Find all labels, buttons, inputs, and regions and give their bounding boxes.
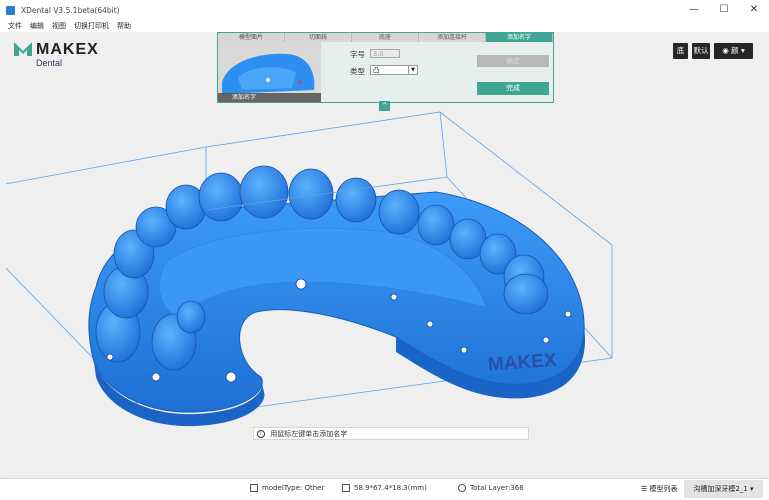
step-model-mesh[interactable]: 模型面片: [218, 33, 285, 42]
title-bar: XDental V3.5.1beta(64bit) — ☐ ✕: [0, 0, 769, 20]
window-title: XDental V3.5.1beta(64bit): [21, 5, 120, 15]
model-type-icon: [250, 484, 258, 492]
thumbnail-caption: 添加名字: [218, 93, 321, 102]
size-text: 58.9*67.4*18.3(mm): [354, 484, 427, 492]
menu-switch-printer[interactable]: 切换打印机: [74, 21, 109, 31]
hint-bar: i 用鼠标左键单击添加名字: [253, 427, 529, 440]
status-model-type: modelType: Other: [250, 484, 324, 492]
app-icon: [6, 5, 15, 15]
type-label: 类型: [350, 67, 365, 76]
confirm-button[interactable]: 确定: [477, 55, 549, 67]
model-list-label: 模型列表: [649, 485, 678, 493]
makex-logo-icon: [14, 42, 32, 56]
add-name-panel: 模型面片 切面线 底座 添加连接杆 添加名字 添加名字 字号 3.0 类型 凸 …: [217, 32, 554, 103]
collapse-panel-button[interactable]: ^: [379, 101, 390, 111]
eye-icon: ◉: [722, 46, 729, 55]
maximize-button[interactable]: ☐: [709, 0, 739, 20]
view-mode-label: 颜 ▾: [731, 46, 745, 55]
view-mode-dropdown[interactable]: ◉ 颜 ▾: [714, 43, 753, 59]
logo-sub: Dental: [36, 58, 63, 68]
step-thumbnail: 添加名字: [218, 42, 321, 102]
status-size: 58.9*67.4*18.3(mm): [342, 484, 427, 492]
menu-file[interactable]: 文件: [8, 21, 22, 31]
view-bottom-button[interactable]: 底: [673, 43, 688, 59]
menu-bar: 文件 编辑 视图 切换打印机 帮助: [0, 20, 769, 32]
menu-edit[interactable]: 编辑: [30, 21, 44, 31]
wizard-steps: 模型面片 切面线 底座 添加连接杆 添加名字: [218, 33, 553, 42]
model-list-tab[interactable]: ☰ 模型列表: [641, 480, 678, 498]
window-controls: — ☐ ✕: [679, 0, 769, 20]
finish-button[interactable]: 完成: [477, 82, 549, 95]
hint-text: 用鼠标左键单击添加名字: [270, 430, 348, 438]
font-size-input[interactable]: 3.0: [370, 49, 400, 58]
view-default-button[interactable]: 默认: [692, 43, 710, 59]
active-model-tab[interactable]: 沟槽加深牙模2_1 ▾: [684, 480, 763, 498]
status-total-layer: Total Layer:366: [458, 484, 524, 492]
info-icon: i: [257, 430, 265, 438]
gear-icon: [458, 484, 466, 492]
type-select[interactable]: 凸 ▼: [370, 65, 418, 75]
step-add-name[interactable]: 添加名字: [486, 33, 553, 42]
step-base[interactable]: 底座: [352, 33, 419, 42]
list-icon: ☰: [641, 485, 650, 493]
size-icon: [342, 484, 350, 492]
chevron-down-icon: ▼: [408, 66, 417, 74]
minimize-button[interactable]: —: [679, 0, 709, 20]
model-type-text: modelType: Other: [262, 484, 325, 492]
step-add-rod[interactable]: 添加连接杆: [419, 33, 486, 42]
logo-brand: MAKEX: [36, 41, 99, 58]
total-layer-text: Total Layer:366: [470, 484, 524, 492]
type-select-value: 凸: [373, 66, 380, 74]
menu-view[interactable]: 视图: [52, 21, 66, 31]
logo: MAKEX Dental: [14, 42, 99, 68]
menu-help[interactable]: 帮助: [117, 21, 131, 31]
step-cut-line[interactable]: 切面线: [285, 33, 352, 42]
close-button[interactable]: ✕: [739, 0, 769, 20]
font-size-label: 字号: [350, 50, 365, 59]
